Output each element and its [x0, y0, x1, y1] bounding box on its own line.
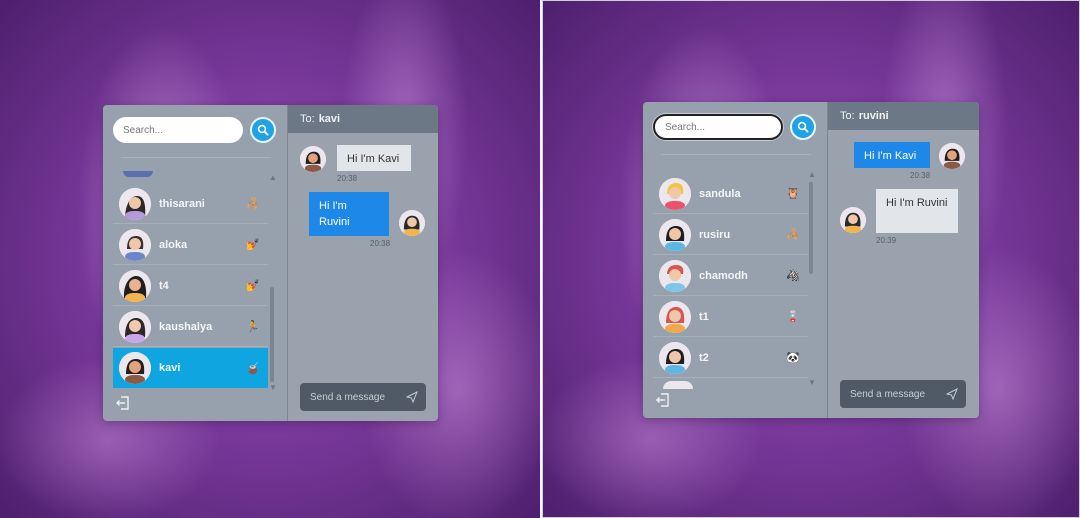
avatar	[119, 310, 151, 343]
contacts-sidebar: sandula 🦉 rusiru 🦂 chamodh 🦓 t1 🪫	[643, 102, 828, 418]
contact-item[interactable]: t2 🐼	[653, 338, 808, 378]
contact-item[interactable]: t4 💅	[113, 266, 268, 306]
chat-panel: To: ruvini Hi I'm Kavi 20:38 Hi I'm Ruvi…	[828, 102, 979, 418]
contact-status-emoji: 🦉	[786, 188, 800, 200]
message-bubble-incoming: Hi I'm Kavi	[337, 145, 411, 171]
message-time: 20:38	[910, 171, 931, 180]
contact-item[interactable]: sandula 🦉	[653, 174, 808, 214]
chat-app-right: sandula 🦉 rusiru 🦂 chamodh 🦓 t1 🪫	[643, 102, 979, 418]
search-row	[113, 117, 276, 143]
message-composer	[300, 383, 426, 411]
chat-header: To: kavi	[288, 105, 438, 133]
message-bubble-outgoing: Hi I'm Kavi	[854, 142, 930, 168]
recipient-name: kavi	[318, 113, 341, 125]
to-label: To:	[840, 110, 855, 122]
scroll-up-arrow[interactable]: ▲	[808, 170, 816, 179]
contact-item[interactable]: rusiru 🦂	[653, 215, 808, 255]
contact-item[interactable]: t1 🪫	[653, 297, 808, 337]
contact-name: thisarani	[159, 197, 205, 210]
chat-app-left: thisarani 🦂 aloka 💅 t4 💅 kaushalya 🏃	[103, 105, 438, 421]
send-icon[interactable]	[406, 391, 418, 403]
own-avatar	[399, 210, 425, 236]
partial-avatar	[123, 171, 153, 177]
contact-name: kaushalya	[159, 320, 213, 333]
search-input[interactable]	[653, 114, 783, 140]
avatar	[659, 177, 691, 210]
message-input[interactable]	[308, 390, 408, 404]
message-time: 20:39	[876, 236, 897, 245]
contact-name: kavi	[159, 362, 181, 374]
contact-name: t4	[159, 279, 169, 292]
contact-status-emoji: 💅	[246, 239, 260, 251]
message-time: 20:38	[370, 239, 391, 248]
partial-avatar	[663, 381, 693, 389]
scroll-down-arrow[interactable]: ▼	[269, 383, 277, 392]
contact-name: sandula	[699, 187, 741, 200]
avatar	[119, 352, 151, 384]
logout-icon[interactable]	[655, 392, 671, 408]
avatar	[119, 187, 151, 220]
contacts-sidebar: thisarani 🦂 aloka 💅 t4 💅 kaushalya 🏃	[103, 105, 288, 421]
contact-item[interactable]: aloka 💅	[113, 225, 268, 265]
contact-item-active[interactable]: kavi 🧉	[113, 348, 268, 388]
contact-item[interactable]: kaushalya 🏃	[113, 307, 268, 347]
chat-header: To: ruvini	[828, 102, 979, 130]
contact-status-emoji: 🦂	[246, 198, 260, 210]
right-window-background: sandula 🦉 rusiru 🦂 chamodh 🦓 t1 🪫	[542, 0, 1080, 518]
message-bubble-incoming: Hi I'm Ruvini	[876, 189, 958, 233]
contact-status-emoji: 🏃	[246, 321, 260, 333]
search-icon	[797, 121, 809, 133]
contact-name: t1	[699, 310, 709, 323]
search-button[interactable]	[790, 114, 816, 140]
contact-item[interactable]: chamodh 🦓	[653, 256, 808, 296]
search-separator	[121, 157, 271, 158]
avatar	[119, 228, 151, 261]
search-separator	[661, 154, 811, 155]
search-row	[653, 114, 816, 140]
logout-icon[interactable]	[115, 395, 131, 411]
message-input[interactable]	[848, 387, 948, 401]
search-icon	[257, 124, 269, 136]
sender-avatar	[300, 146, 326, 172]
contact-name: chamodh	[699, 269, 748, 282]
contact-name: t2	[699, 351, 709, 364]
scrollbar-thumb[interactable]	[809, 182, 813, 274]
send-icon[interactable]	[946, 388, 958, 400]
contact-status-emoji: 🪫	[786, 311, 800, 323]
search-input[interactable]	[113, 117, 243, 143]
avatar	[659, 300, 691, 333]
contact-status-emoji: 🐼	[786, 352, 800, 364]
message-bubble-outgoing: Hi I'm Ruvini	[309, 192, 389, 236]
scroll-down-arrow[interactable]: ▼	[808, 378, 816, 387]
message-composer	[840, 380, 966, 408]
to-label: To:	[300, 113, 315, 125]
chat-panel: To: kavi Hi I'm Kavi 20:38 Hi I'm Ruvini…	[288, 105, 438, 421]
contact-name: aloka	[159, 238, 188, 251]
avatar	[119, 269, 151, 302]
search-button[interactable]	[250, 117, 276, 143]
avatar	[659, 218, 691, 251]
contact-status-emoji: 💅	[246, 280, 260, 292]
contact-status-emoji: 🦂	[786, 229, 800, 241]
sender-avatar	[840, 207, 866, 233]
recipient-name: ruvini	[858, 110, 889, 122]
contact-status-emoji: 🦓	[786, 270, 800, 282]
avatar	[659, 341, 691, 374]
avatar	[659, 259, 691, 292]
scroll-up-arrow[interactable]: ▲	[269, 173, 277, 182]
contact-name: rusiru	[699, 228, 731, 241]
message-time: 20:38	[337, 174, 358, 183]
contact-item[interactable]: thisarani 🦂	[113, 184, 268, 224]
own-avatar	[939, 143, 965, 169]
scrollbar-thumb[interactable]	[270, 287, 274, 382]
left-window-background: thisarani 🦂 aloka 💅 t4 💅 kaushalya 🏃	[0, 0, 540, 518]
contact-status-emoji: 🧉	[246, 362, 260, 375]
